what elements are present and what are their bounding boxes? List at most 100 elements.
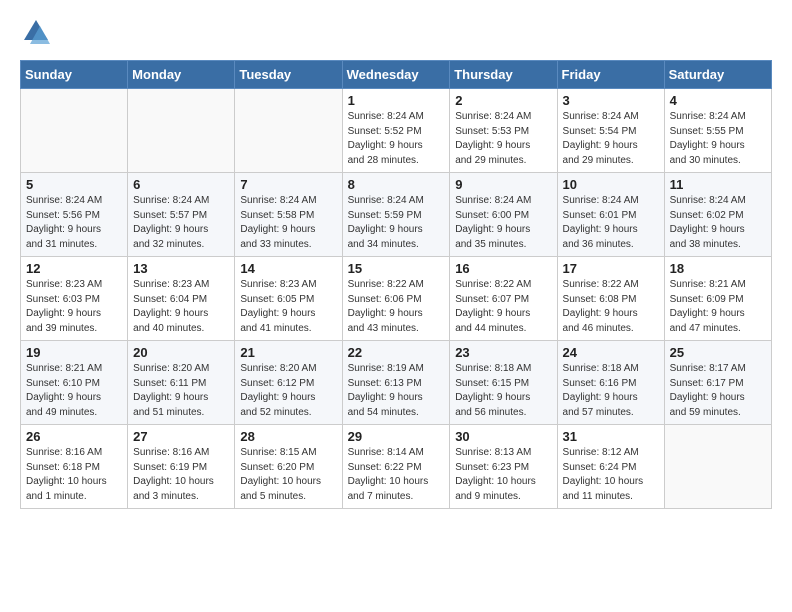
- day-info: Sunrise: 8:20 AM Sunset: 6:12 PM Dayligh…: [240, 362, 336, 420]
- day-info: Sunrise: 8:24 AM Sunset: 5:55 PM Dayligh…: [670, 110, 766, 168]
- calendar-cell: 9 Sunrise: 8:24 AM Sunset: 6:00 PM Daylig…: [450, 173, 557, 257]
- day-number: 6: [133, 177, 229, 192]
- day-number: 13: [133, 261, 229, 276]
- logo-icon: [20, 16, 52, 48]
- day-info: Sunrise: 8:21 AM Sunset: 6:09 PM Dayligh…: [670, 278, 766, 336]
- col-header-wednesday: Wednesday: [342, 61, 450, 89]
- day-number: 10: [563, 177, 659, 192]
- day-info: Sunrise: 8:24 AM Sunset: 5:56 PM Dayligh…: [26, 194, 122, 252]
- calendar-cell: 20Sunrise: 8:20 AM Sunset: 6:11 PM Dayli…: [128, 341, 235, 425]
- day-number: 1: [348, 93, 445, 108]
- day-info: Sunrise: 8:22 AM Sunset: 6:07 PM Dayligh…: [455, 278, 551, 336]
- calendar-table: SundayMondayTuesdayWednesdayThursdayFrid…: [20, 60, 772, 509]
- page-container: SundayMondayTuesdayWednesdayThursdayFrid…: [0, 0, 792, 519]
- day-info: Sunrise: 8:14 AM Sunset: 6:22 PM Dayligh…: [348, 446, 445, 504]
- day-info: Sunrise: 8:24 AM Sunset: 5:59 PM Dayligh…: [348, 194, 445, 252]
- calendar-cell: 1 Sunrise: 8:24 AM Sunset: 5:52 PM Daylig…: [342, 89, 450, 173]
- day-info: Sunrise: 8:23 AM Sunset: 6:05 PM Dayligh…: [240, 278, 336, 336]
- day-info: Sunrise: 8:18 AM Sunset: 6:16 PM Dayligh…: [563, 362, 659, 420]
- col-header-sunday: Sunday: [21, 61, 128, 89]
- calendar-cell: 11Sunrise: 8:24 AM Sunset: 6:02 PM Dayli…: [664, 173, 771, 257]
- day-info: Sunrise: 8:24 AM Sunset: 5:57 PM Dayligh…: [133, 194, 229, 252]
- calendar-cell: 30 Sunrise: 8:13 AM Sunset: 6:23 PM Dayli…: [450, 425, 557, 509]
- day-info: Sunrise: 8:22 AM Sunset: 6:06 PM Dayligh…: [348, 278, 445, 336]
- calendar-cell: 14 Sunrise: 8:23 AM Sunset: 6:05 PM Dayli…: [235, 257, 342, 341]
- day-number: 16: [455, 261, 551, 276]
- day-number: 24: [563, 345, 659, 360]
- day-info: Sunrise: 8:16 AM Sunset: 6:19 PM Dayligh…: [133, 446, 229, 504]
- calendar-cell: 4 Sunrise: 8:24 AM Sunset: 5:55 PM Daylig…: [664, 89, 771, 173]
- day-info: Sunrise: 8:19 AM Sunset: 6:13 PM Dayligh…: [348, 362, 445, 420]
- day-number: 20: [133, 345, 229, 360]
- day-number: 19: [26, 345, 122, 360]
- calendar-cell: 27 Sunrise: 8:16 AM Sunset: 6:19 PM Dayli…: [128, 425, 235, 509]
- day-info: Sunrise: 8:24 AM Sunset: 5:53 PM Dayligh…: [455, 110, 551, 168]
- calendar-cell: 12Sunrise: 8:23 AM Sunset: 6:03 PM Dayli…: [21, 257, 128, 341]
- day-number: 23: [455, 345, 551, 360]
- day-number: 17: [563, 261, 659, 276]
- calendar-cell: 24 Sunrise: 8:18 AM Sunset: 6:16 PM Dayli…: [557, 341, 664, 425]
- calendar-week-4: 19 Sunrise: 8:21 AM Sunset: 6:10 PM Dayli…: [21, 341, 772, 425]
- day-info: Sunrise: 8:16 AM Sunset: 6:18 PM Dayligh…: [26, 446, 122, 504]
- calendar-week-2: 5Sunrise: 8:24 AM Sunset: 5:56 PM Daylig…: [21, 173, 772, 257]
- calendar-cell: 15 Sunrise: 8:22 AM Sunset: 6:06 PM Dayli…: [342, 257, 450, 341]
- calendar-cell: [664, 425, 771, 509]
- calendar-cell: 23 Sunrise: 8:18 AM Sunset: 6:15 PM Dayli…: [450, 341, 557, 425]
- day-info: Sunrise: 8:24 AM Sunset: 6:00 PM Dayligh…: [455, 194, 551, 252]
- calendar-cell: [21, 89, 128, 173]
- day-number: 30: [455, 429, 551, 444]
- day-info: Sunrise: 8:24 AM Sunset: 5:52 PM Dayligh…: [348, 110, 445, 168]
- day-info: Sunrise: 8:21 AM Sunset: 6:10 PM Dayligh…: [26, 362, 122, 420]
- day-number: 15: [348, 261, 445, 276]
- calendar-cell: 29 Sunrise: 8:14 AM Sunset: 6:22 PM Dayli…: [342, 425, 450, 509]
- day-number: 18: [670, 261, 766, 276]
- col-header-thursday: Thursday: [450, 61, 557, 89]
- logo: [20, 16, 56, 48]
- day-number: 12: [26, 261, 122, 276]
- day-number: 29: [348, 429, 445, 444]
- col-header-tuesday: Tuesday: [235, 61, 342, 89]
- calendar-week-1: 1 Sunrise: 8:24 AM Sunset: 5:52 PM Daylig…: [21, 89, 772, 173]
- col-header-saturday: Saturday: [664, 61, 771, 89]
- day-number: 21: [240, 345, 336, 360]
- calendar-cell: 3Sunrise: 8:24 AM Sunset: 5:54 PM Daylig…: [557, 89, 664, 173]
- calendar-cell: 22 Sunrise: 8:19 AM Sunset: 6:13 PM Dayli…: [342, 341, 450, 425]
- calendar-cell: 5Sunrise: 8:24 AM Sunset: 5:56 PM Daylig…: [21, 173, 128, 257]
- day-info: Sunrise: 8:12 AM Sunset: 6:24 PM Dayligh…: [563, 446, 659, 504]
- calendar-cell: 28Sunrise: 8:15 AM Sunset: 6:20 PM Dayli…: [235, 425, 342, 509]
- day-number: 26: [26, 429, 122, 444]
- day-number: 22: [348, 345, 445, 360]
- day-number: 9: [455, 177, 551, 192]
- calendar-cell: 21 Sunrise: 8:20 AM Sunset: 6:12 PM Dayli…: [235, 341, 342, 425]
- calendar-cell: 6 Sunrise: 8:24 AM Sunset: 5:57 PM Daylig…: [128, 173, 235, 257]
- day-info: Sunrise: 8:18 AM Sunset: 6:15 PM Dayligh…: [455, 362, 551, 420]
- day-number: 28: [240, 429, 336, 444]
- header: [20, 16, 772, 48]
- day-info: Sunrise: 8:13 AM Sunset: 6:23 PM Dayligh…: [455, 446, 551, 504]
- day-info: Sunrise: 8:17 AM Sunset: 6:17 PM Dayligh…: [670, 362, 766, 420]
- calendar-header-row: SundayMondayTuesdayWednesdayThursdayFrid…: [21, 61, 772, 89]
- calendar-cell: 2Sunrise: 8:24 AM Sunset: 5:53 PM Daylig…: [450, 89, 557, 173]
- calendar-cell: 26 Sunrise: 8:16 AM Sunset: 6:18 PM Dayli…: [21, 425, 128, 509]
- day-number: 14: [240, 261, 336, 276]
- calendar-cell: 16 Sunrise: 8:22 AM Sunset: 6:07 PM Dayli…: [450, 257, 557, 341]
- day-info: Sunrise: 8:22 AM Sunset: 6:08 PM Dayligh…: [563, 278, 659, 336]
- calendar-cell: 13 Sunrise: 8:23 AM Sunset: 6:04 PM Dayli…: [128, 257, 235, 341]
- day-number: 4: [670, 93, 766, 108]
- day-info: Sunrise: 8:24 AM Sunset: 5:58 PM Dayligh…: [240, 194, 336, 252]
- calendar-week-3: 12Sunrise: 8:23 AM Sunset: 6:03 PM Dayli…: [21, 257, 772, 341]
- calendar-week-5: 26 Sunrise: 8:16 AM Sunset: 6:18 PM Dayli…: [21, 425, 772, 509]
- calendar-cell: [235, 89, 342, 173]
- calendar-cell: 17 Sunrise: 8:22 AM Sunset: 6:08 PM Dayli…: [557, 257, 664, 341]
- day-number: 27: [133, 429, 229, 444]
- calendar-cell: 31Sunrise: 8:12 AM Sunset: 6:24 PM Dayli…: [557, 425, 664, 509]
- calendar-cell: 25Sunrise: 8:17 AM Sunset: 6:17 PM Dayli…: [664, 341, 771, 425]
- calendar-cell: 19 Sunrise: 8:21 AM Sunset: 6:10 PM Dayli…: [21, 341, 128, 425]
- col-header-friday: Friday: [557, 61, 664, 89]
- calendar-cell: 10 Sunrise: 8:24 AM Sunset: 6:01 PM Dayli…: [557, 173, 664, 257]
- day-info: Sunrise: 8:23 AM Sunset: 6:04 PM Dayligh…: [133, 278, 229, 336]
- logo-top: [20, 16, 56, 48]
- calendar-cell: 18 Sunrise: 8:21 AM Sunset: 6:09 PM Dayli…: [664, 257, 771, 341]
- calendar-cell: [128, 89, 235, 173]
- day-info: Sunrise: 8:24 AM Sunset: 6:01 PM Dayligh…: [563, 194, 659, 252]
